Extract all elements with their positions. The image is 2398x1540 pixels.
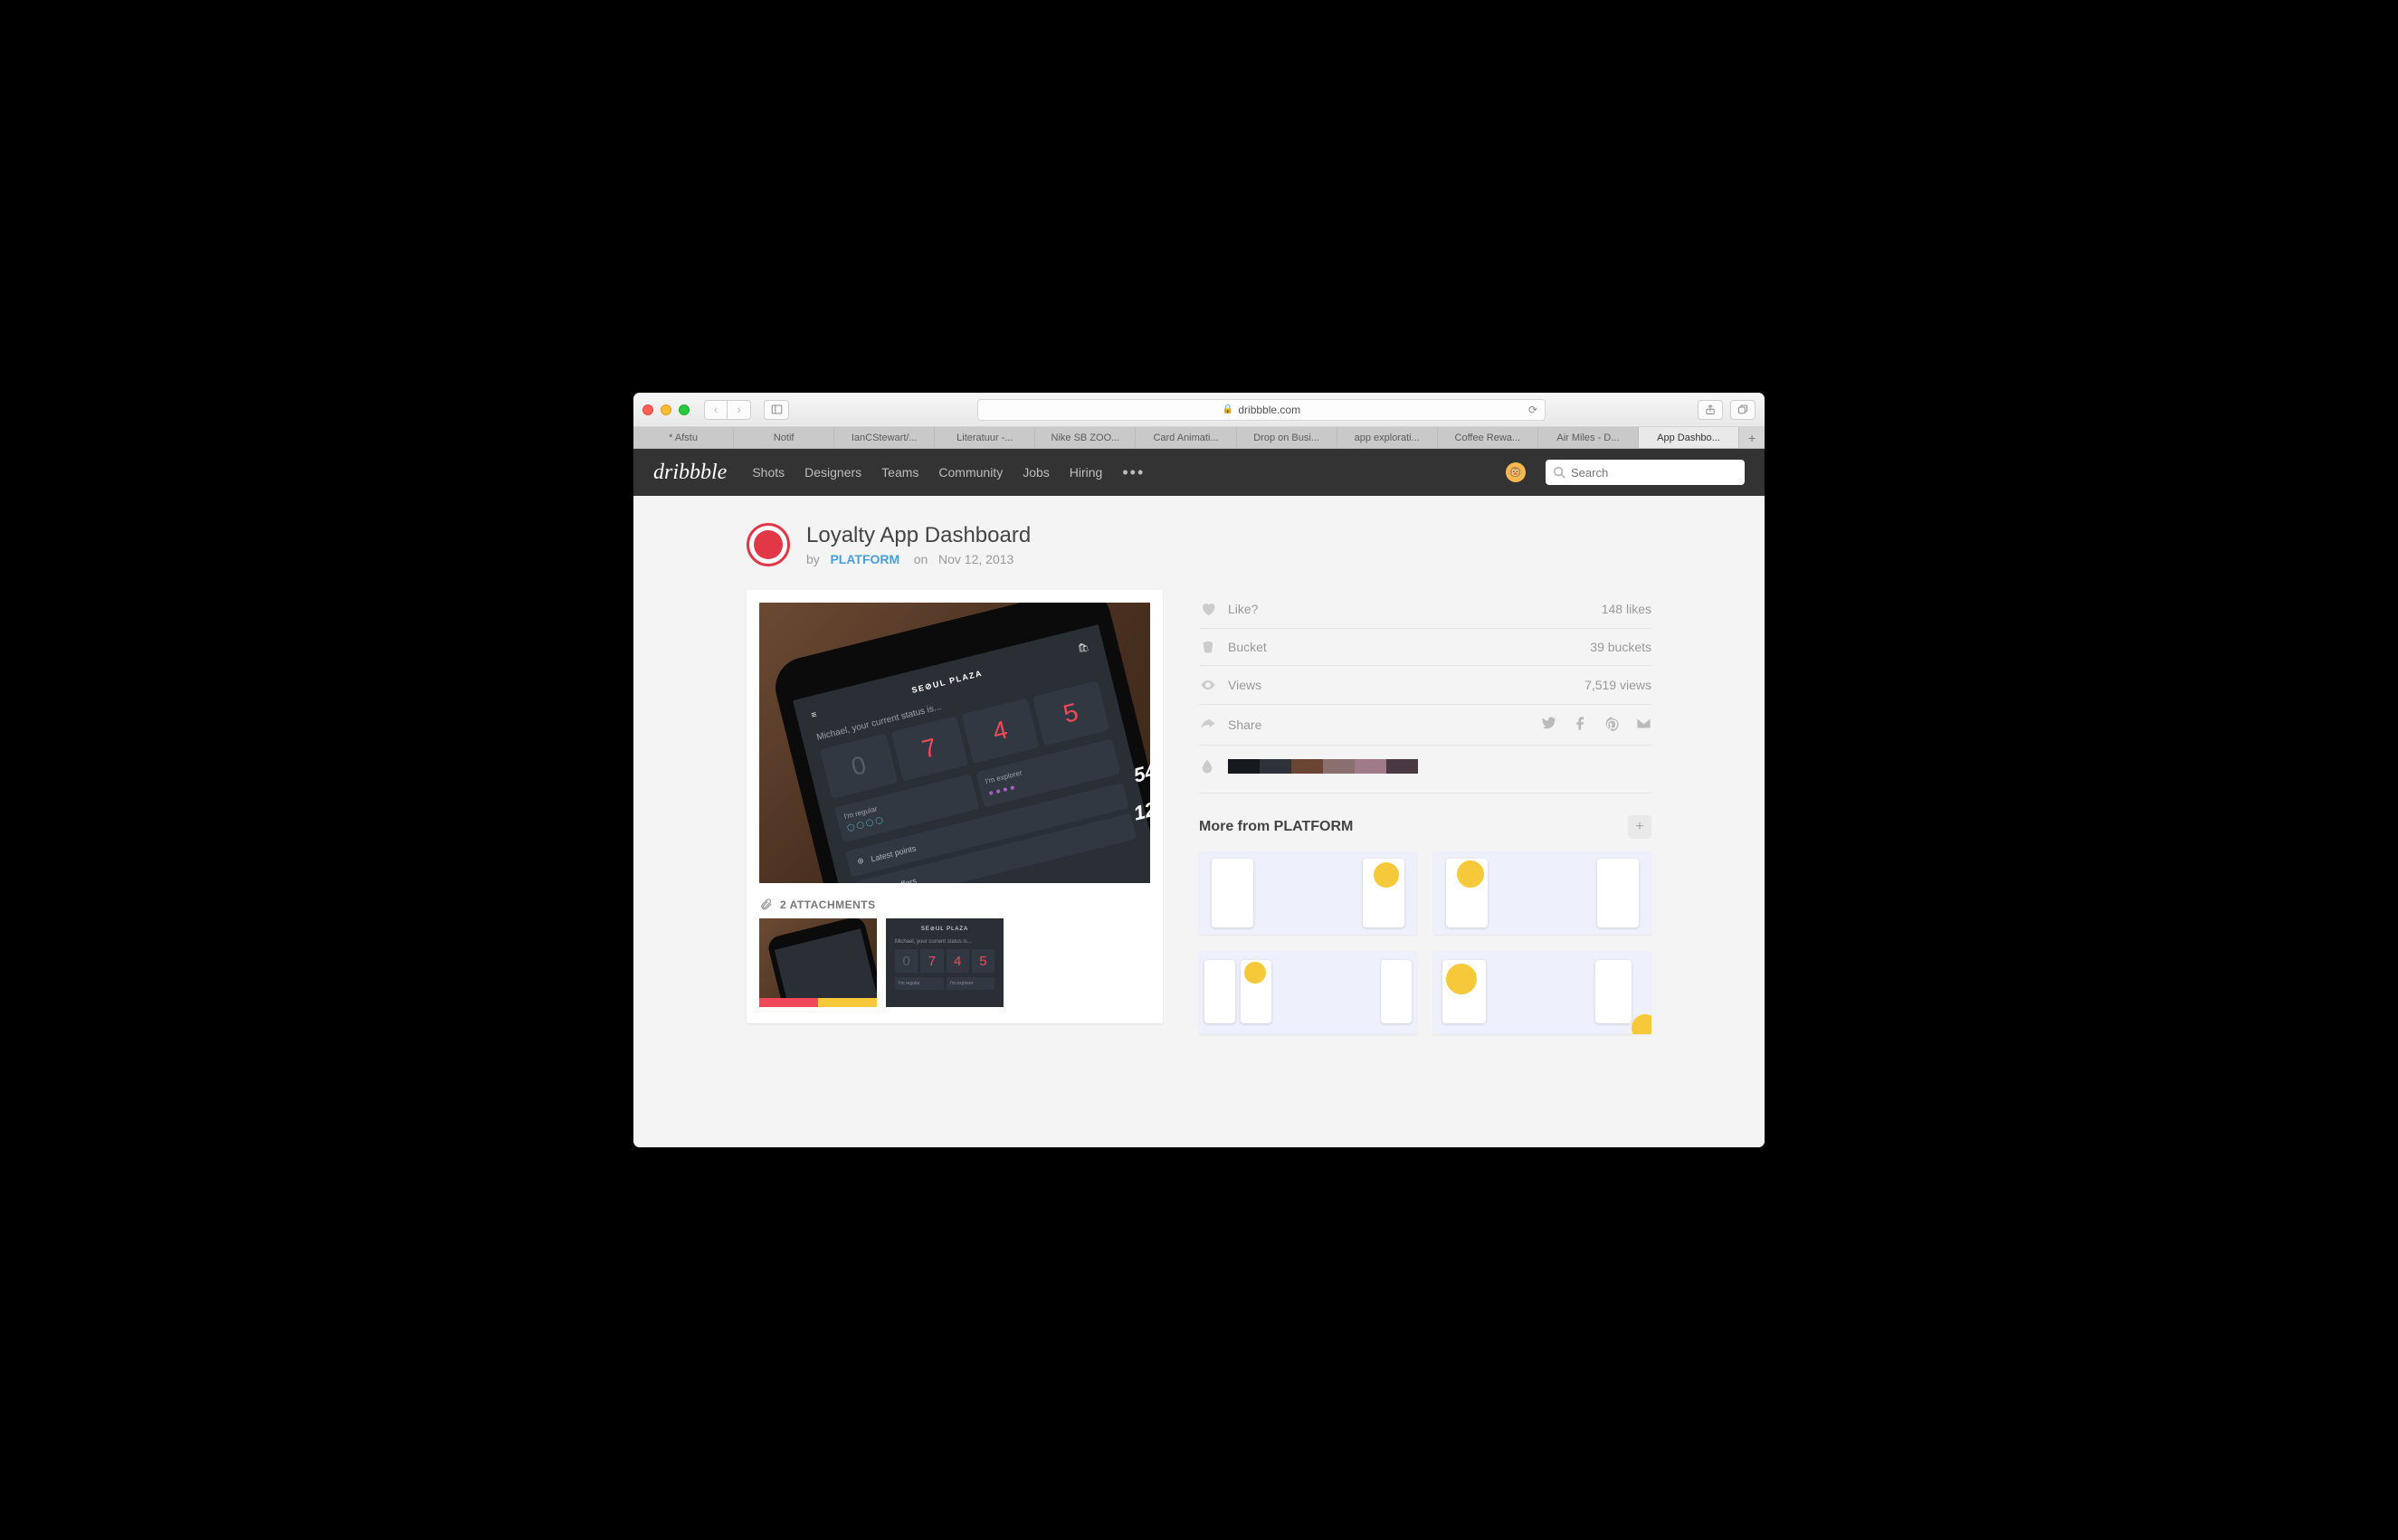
tab[interactable]: Literatuur -... (935, 427, 1035, 448)
author-avatar[interactable] (747, 523, 790, 566)
shot-header: Loyalty App Dashboard by PLATFORM on Nov… (747, 523, 1651, 566)
address-bar[interactable]: 🔒 dribbble.com ⟳ (977, 399, 1546, 421)
shot-card: ≡ SE⊘UL PLAZA 🛍 Michael, your current st… (747, 590, 1163, 1023)
minimize-window-button[interactable] (661, 404, 671, 415)
tab-bar: * Afstu Notif IanCStewart/... Literatuur… (633, 427, 1765, 449)
forward-button[interactable]: › (728, 400, 751, 420)
nav-buttons: ‹ › (704, 400, 751, 420)
bucket-count: 39 buckets (1590, 640, 1651, 654)
related-shot[interactable] (1199, 951, 1417, 1034)
more-from-section: More from PLATFORM + (1199, 815, 1651, 1034)
facebook-icon[interactable] (1573, 716, 1588, 734)
tab[interactable]: app explorati... (1337, 427, 1438, 448)
attachment-thumbs: SE⊘UL PLAZA Michael, your current status… (759, 918, 1150, 1007)
tab[interactable]: Drop on Busi... (1237, 427, 1337, 448)
views-count: 7,519 views (1584, 678, 1651, 692)
nav-shots[interactable]: Shots (752, 465, 785, 480)
shot-byline: by PLATFORM on Nov 12, 2013 (806, 552, 1031, 566)
tab[interactable]: Coffee Rewa... (1438, 427, 1538, 448)
related-shot[interactable] (1433, 951, 1651, 1034)
color-palette (1199, 746, 1651, 794)
hamburger-icon: ≡ (810, 710, 817, 721)
cart-icon: 🛍 (1077, 642, 1090, 654)
attachments-label: 2 ATTACHMENTS (759, 898, 1150, 911)
shot-title: Loyalty App Dashboard (806, 523, 1031, 548)
nav-designers[interactable]: Designers (804, 465, 861, 480)
tabs-button[interactable] (1730, 400, 1756, 420)
search-box[interactable] (1546, 460, 1745, 485)
more-title: More from PLATFORM (1199, 819, 1353, 835)
titlebar: ‹ › 🔒 dribbble.com ⟳ (633, 393, 1765, 427)
tab[interactable]: Air Miles - D... (1538, 427, 1639, 448)
digit: 7 (890, 716, 968, 781)
bucket-row[interactable]: Bucket 39 buckets (1199, 629, 1651, 666)
sidebar-stats: Like? 148 likes Bucket 39 buckets (1199, 590, 1651, 1034)
views-row: Views 7,519 views (1199, 666, 1651, 705)
reload-button[interactable]: ⟳ (1528, 404, 1537, 416)
pinterest-icon[interactable] (1604, 716, 1620, 734)
follow-button[interactable]: + (1628, 815, 1651, 839)
tab-active[interactable]: App Dashbo... (1639, 427, 1739, 448)
app-brand: SE⊘UL PLAZA (910, 669, 984, 696)
twitter-icon[interactable] (1541, 716, 1556, 734)
window-controls (642, 404, 690, 415)
site-logo[interactable]: dribbble (653, 461, 727, 485)
shot-image[interactable]: ≡ SE⊘UL PLAZA 🛍 Michael, your current st… (759, 603, 1150, 883)
digit: 5 (1032, 680, 1109, 746)
eye-icon (1199, 677, 1217, 693)
paperclip-icon (759, 898, 773, 911)
swatch[interactable] (1291, 759, 1323, 774)
swatch[interactable] (1355, 759, 1386, 774)
nav-jobs[interactable]: Jobs (1023, 465, 1050, 480)
heart-icon (1199, 601, 1217, 617)
sidebar-toggle-button[interactable] (764, 400, 789, 420)
related-shot[interactable] (1199, 851, 1417, 935)
search-input[interactable] (1571, 466, 1737, 480)
like-row[interactable]: Like? 148 likes (1199, 590, 1651, 629)
site-header: dribbble Shots Designers Teams Community… (633, 449, 1765, 496)
tab[interactable]: Notif (734, 427, 834, 448)
shot-date: Nov 12, 2013 (938, 552, 1013, 566)
tab[interactable]: Nike SB ZOO... (1035, 427, 1136, 448)
tab[interactable]: * Afstu (633, 427, 734, 448)
swatch[interactable] (1386, 759, 1418, 774)
attachment-thumb[interactable]: SE⊘UL PLAZA Michael, your current status… (886, 918, 1004, 1007)
toolbar-right (1698, 400, 1756, 420)
share-arrow-icon (1199, 717, 1217, 733)
share-row: Share (1199, 705, 1651, 746)
tab[interactable]: Card Animati... (1136, 427, 1236, 448)
tab[interactable]: IanCStewart/... (834, 427, 935, 448)
swatches[interactable] (1228, 759, 1418, 774)
author-link[interactable]: PLATFORM (830, 552, 899, 566)
related-shot[interactable] (1433, 851, 1651, 935)
swatch[interactable] (1323, 759, 1355, 774)
search-icon (1553, 466, 1565, 479)
browser-window: ‹ › 🔒 dribbble.com ⟳ * Afstu Notif IanCS… (633, 393, 1765, 1147)
digit: 4 (961, 699, 1039, 764)
close-window-button[interactable] (642, 404, 653, 415)
share-button[interactable] (1698, 400, 1723, 420)
attachment-thumb[interactable] (759, 918, 877, 1007)
digit: 0 (820, 734, 898, 799)
like-count: 148 likes (1602, 602, 1651, 616)
swatch[interactable] (1260, 759, 1291, 774)
nav-hiring[interactable]: Hiring (1070, 465, 1103, 480)
swatch[interactable] (1228, 759, 1260, 774)
url-host: dribbble.com (1238, 404, 1300, 416)
nav-teams[interactable]: Teams (881, 465, 918, 480)
back-button[interactable]: ‹ (704, 400, 728, 420)
nav-community[interactable]: Community (938, 465, 1003, 480)
maximize-window-button[interactable] (679, 404, 690, 415)
lock-icon: 🔒 (1223, 404, 1233, 414)
email-icon[interactable] (1636, 716, 1651, 734)
new-tab-button[interactable]: + (1739, 427, 1765, 448)
user-avatar[interactable]: 🐵 (1506, 462, 1526, 482)
nav-more-icon[interactable]: ••• (1122, 464, 1145, 480)
bucket-icon (1199, 640, 1217, 654)
drop-icon (1199, 758, 1215, 775)
page-content: Loyalty App Dashboard by PLATFORM on Nov… (633, 496, 1765, 1147)
